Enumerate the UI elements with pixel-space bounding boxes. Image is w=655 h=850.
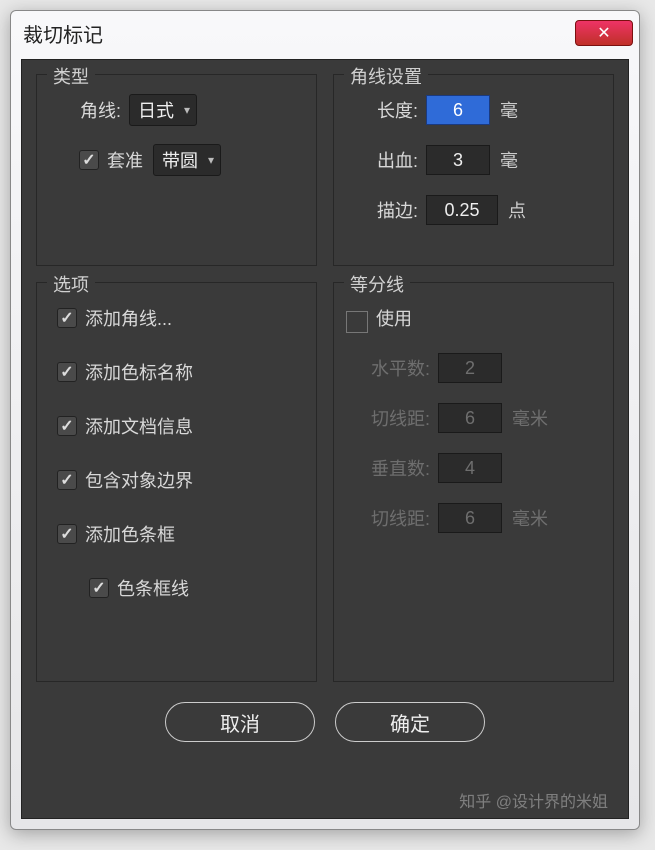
- option-label: 色条框线: [117, 575, 189, 601]
- length-input[interactable]: [426, 95, 490, 125]
- top-grid: 类型 角线: 日式 ▾ 套准 带圆 ▾: [36, 74, 614, 682]
- vert-count-input: [438, 453, 502, 483]
- group-legend: 选项: [47, 271, 95, 297]
- stroke-unit: 点: [508, 197, 526, 223]
- ok-button[interactable]: 确定: [335, 702, 485, 742]
- bleed-input[interactable]: [426, 145, 490, 175]
- option-checkbox[interactable]: [89, 578, 109, 598]
- length-unit: 毫: [500, 97, 518, 123]
- option-row: 添加文档信息: [49, 409, 304, 443]
- dialog-window: 裁切标记 ✕ 类型 角线: 日式 ▾ 套准 带: [10, 10, 640, 830]
- gap-unit: 毫米: [512, 405, 548, 431]
- option-checkbox[interactable]: [57, 524, 77, 544]
- registration-value: 带圆: [162, 147, 198, 173]
- horiz-count-input: [438, 353, 502, 383]
- close-button[interactable]: ✕: [575, 20, 633, 46]
- horiz-gap-input: [438, 403, 502, 433]
- option-row: 色条框线: [49, 571, 304, 605]
- option-checkbox[interactable]: [57, 362, 77, 382]
- bleed-label: 出血:: [346, 147, 418, 173]
- length-label: 长度:: [346, 97, 418, 123]
- vert-count-label: 垂直数:: [346, 455, 430, 481]
- corner-label: 角线:: [49, 97, 121, 123]
- option-row: 添加色标名称: [49, 355, 304, 389]
- option-checkbox[interactable]: [57, 308, 77, 328]
- option-label: 添加色标名称: [85, 359, 193, 385]
- option-checkbox[interactable]: [57, 470, 77, 490]
- stroke-label: 描边:: [346, 197, 418, 223]
- registration-label: 套准: [107, 147, 143, 173]
- use-label: 使用: [376, 305, 412, 331]
- group-divider: 等分线 使用 水平数: 切线距: 毫米 垂直数:: [333, 282, 614, 682]
- group-legend: 角线设置: [344, 63, 428, 89]
- option-checkbox[interactable]: [57, 416, 77, 436]
- close-icon: ✕: [597, 23, 610, 43]
- button-row: 取消 确定: [36, 702, 614, 742]
- bleed-unit: 毫: [500, 147, 518, 173]
- registration-select[interactable]: 带圆 ▾: [153, 144, 221, 176]
- vert-gap-input: [438, 503, 502, 533]
- dialog-body: 类型 角线: 日式 ▾ 套准 带圆 ▾: [21, 59, 629, 819]
- registration-checkbox[interactable]: [79, 150, 99, 170]
- chevron-down-icon: ▾: [184, 103, 190, 117]
- gap-unit2: 毫米: [512, 505, 548, 531]
- corner-style-value: 日式: [138, 97, 174, 123]
- group-type: 类型 角线: 日式 ▾ 套准 带圆 ▾: [36, 74, 317, 266]
- horiz-count-label: 水平数:: [346, 355, 430, 381]
- option-label: 添加文档信息: [85, 413, 193, 439]
- group-legend: 类型: [47, 63, 95, 89]
- stroke-input[interactable]: [426, 195, 498, 225]
- option-row: 添加角线...: [49, 301, 304, 335]
- use-checkbox[interactable]: [346, 311, 368, 333]
- group-options: 选项 添加角线...添加色标名称添加文档信息包含对象边界添加色条框色条框线: [36, 282, 317, 682]
- chevron-down-icon: ▾: [208, 153, 214, 167]
- horiz-gap-label: 切线距:: [346, 405, 430, 431]
- watermark-text: 知乎 @设计界的米姐: [459, 788, 608, 812]
- titlebar: 裁切标记 ✕: [11, 11, 639, 55]
- group-corner-settings: 角线设置 长度: 毫 出血: 毫 描边: 点: [333, 74, 614, 266]
- vert-gap-label: 切线距:: [346, 505, 430, 531]
- option-label: 添加角线...: [85, 305, 172, 331]
- group-legend: 等分线: [344, 271, 410, 297]
- option-label: 包含对象边界: [85, 467, 193, 493]
- option-row: 包含对象边界: [49, 463, 304, 497]
- cancel-button[interactable]: 取消: [165, 702, 315, 742]
- option-row: 添加色条框: [49, 517, 304, 551]
- corner-style-select[interactable]: 日式 ▾: [129, 94, 197, 126]
- window-title: 裁切标记: [23, 19, 575, 48]
- option-label: 添加色条框: [85, 521, 175, 547]
